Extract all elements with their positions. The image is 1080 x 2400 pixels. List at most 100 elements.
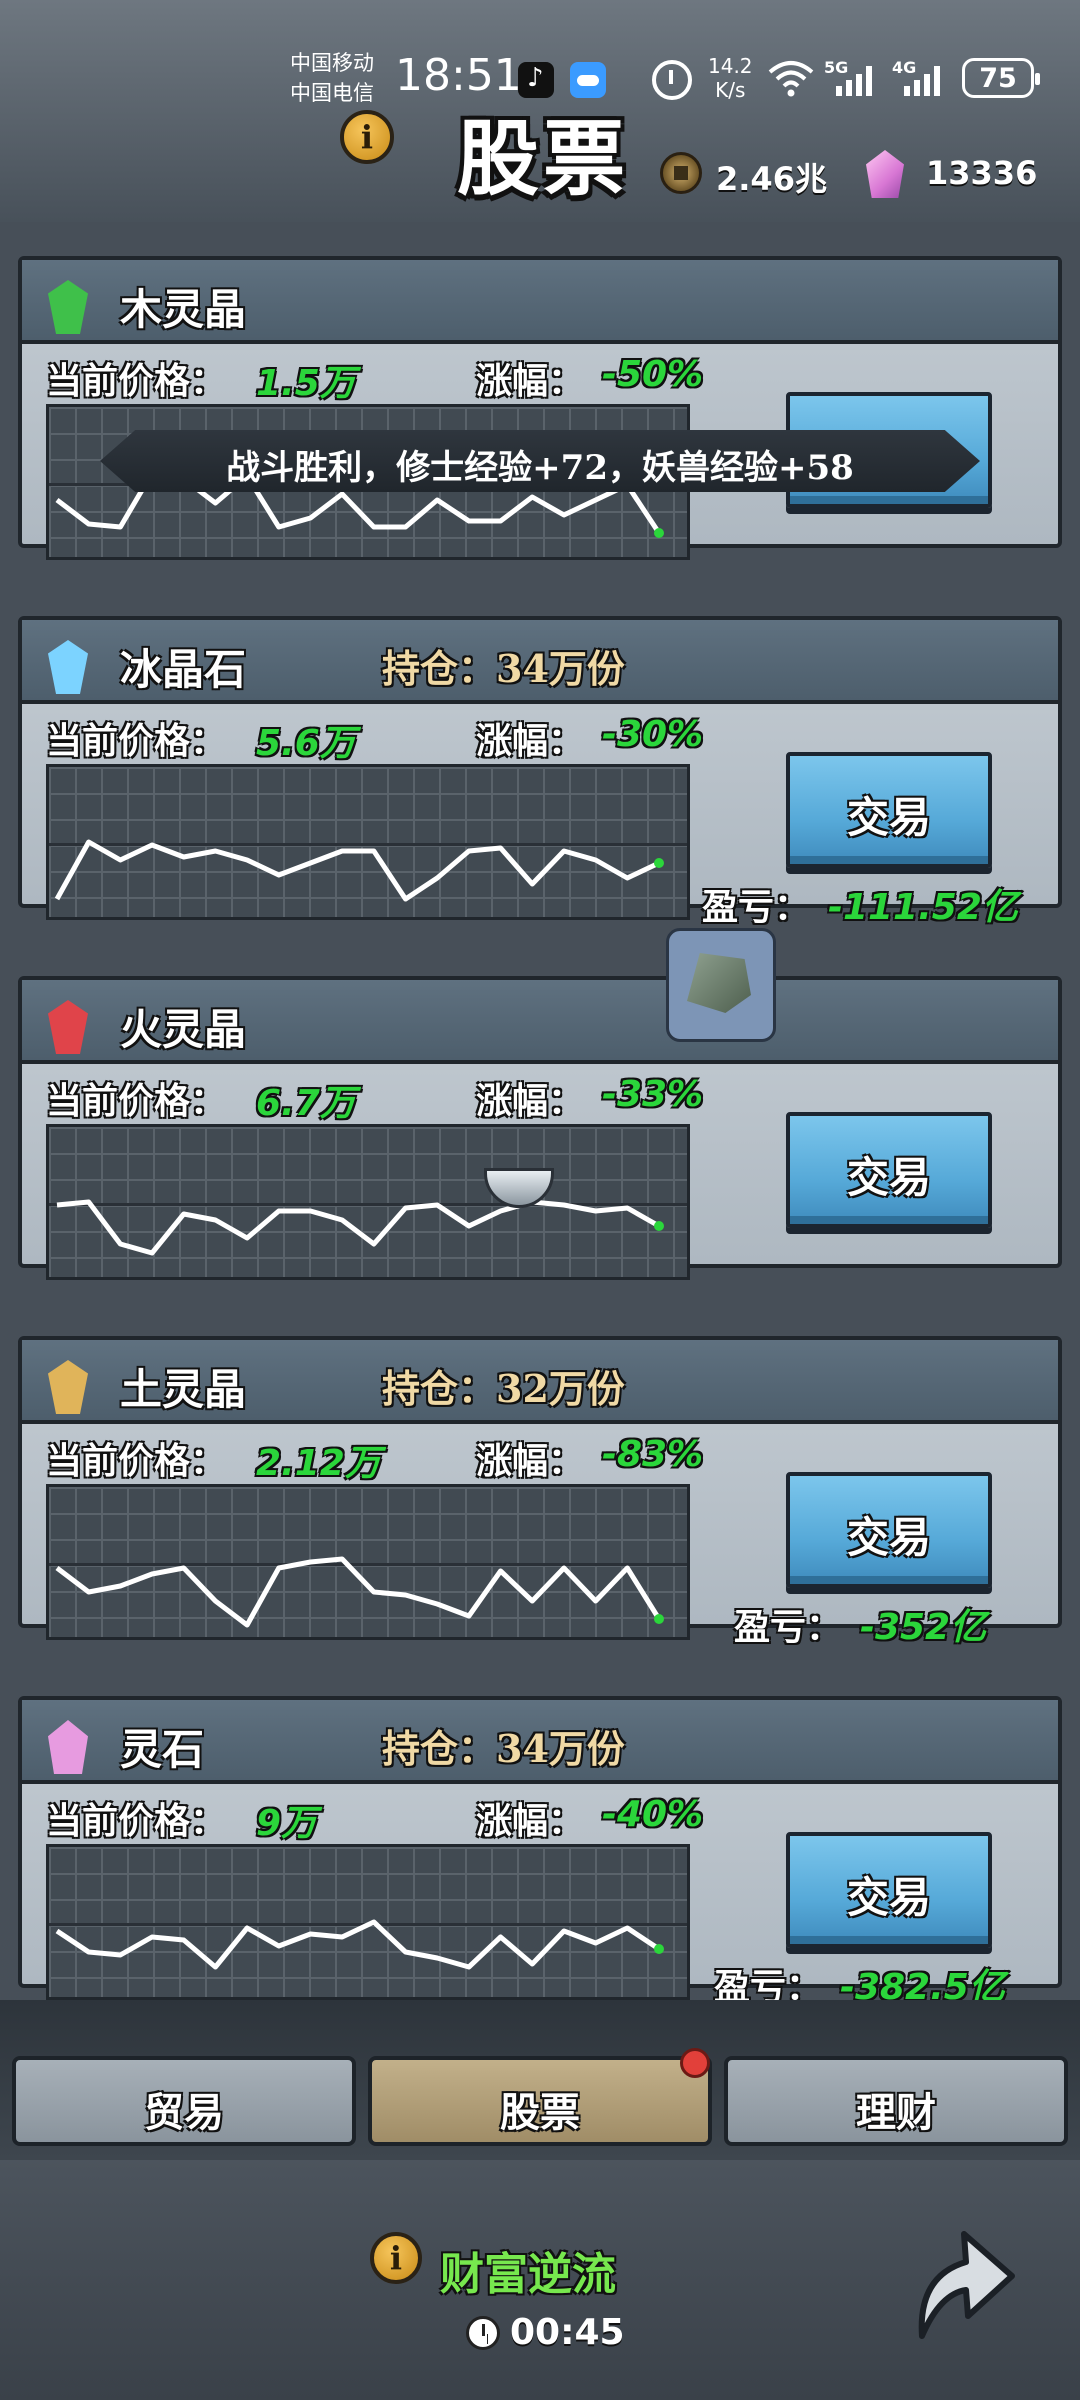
stock-holding: 持仓：32万份: [382, 1358, 625, 1413]
spirit-gem-amount: 13336: [926, 154, 1038, 192]
spirit-stone-icon: [48, 1720, 88, 1774]
countdown-text: 00:45: [510, 2312, 625, 2353]
stock-card-header: 木灵晶: [22, 260, 1058, 344]
event-footer: i 财富逆流 00:45: [0, 2160, 1080, 2400]
price-label: 当前价格：: [46, 1800, 227, 1842]
pnl-value: -111.52亿: [828, 887, 1018, 928]
stock-card-header: 火灵晶: [22, 980, 1058, 1064]
copper-coin-icon: [660, 152, 702, 194]
stock-price-row: 当前价格： 1.5万 涨幅： -50%: [46, 352, 726, 404]
pnl-value: -352亿: [860, 1607, 987, 1648]
change-value: -30%: [602, 714, 704, 755]
price-label: 当前价格：: [46, 360, 227, 402]
trade-button[interactable]: 交易: [786, 752, 992, 868]
trade-button[interactable]: 交易: [786, 1472, 992, 1588]
stock-price-row: 当前价格： 2.12万 涨幅： -83%: [46, 1432, 726, 1484]
clock-icon: [466, 2316, 500, 2350]
holding-value: 34万份: [496, 646, 625, 691]
price-value: 2.12万: [256, 1443, 381, 1484]
holding-label: 持仓：: [382, 1726, 497, 1771]
network-speed-unit: K/s: [715, 78, 746, 102]
copper-coin-amount: 2.46兆: [716, 160, 827, 198]
battery-icon: 75: [962, 58, 1040, 98]
tab-finance-label: 理财: [856, 2089, 936, 2136]
latest-price-point: [654, 1221, 664, 1231]
spirit-gem-icon: [866, 150, 904, 198]
change-value: -40%: [602, 1794, 704, 1835]
stock-card-header: 冰晶石 持仓：34万份: [22, 620, 1058, 704]
change-label: 涨幅：: [476, 720, 585, 762]
price-line: [55, 1556, 662, 1628]
top-header: 中国移动 中国电信 18:51 14.2 K/s 5G 4G 75 i 股票: [0, 0, 1080, 222]
event-info-icon[interactable]: i: [370, 2232, 422, 2284]
change-value: -50%: [602, 354, 704, 395]
carrier-info: 中国移动 中国电信: [290, 48, 374, 108]
price-line-svg: [56, 1199, 664, 1256]
tab-finance[interactable]: 理财: [724, 2056, 1068, 2146]
latest-price-point: [654, 1614, 664, 1624]
trade-button[interactable]: 交易: [786, 1112, 992, 1228]
earth-crystal-icon: [48, 1360, 88, 1414]
stock-price-row: 当前价格： 6.7万 涨幅： -33%: [46, 1072, 726, 1124]
price-line: [55, 1919, 661, 1970]
tab-stocks[interactable]: 股票: [368, 2056, 712, 2146]
stock-holding: 持仓：34万份: [382, 1718, 625, 1773]
price-line-svg: [55, 1556, 664, 1628]
info-icon[interactable]: i: [340, 110, 394, 164]
stock-card-header: 土灵晶 持仓：32万份: [22, 1340, 1058, 1424]
price-label: 当前价格：: [46, 1080, 227, 1122]
network-speed-value: 14.2: [708, 54, 753, 78]
trade-button-label: 交易: [846, 1513, 931, 1562]
stock-name: 土灵晶: [120, 1365, 247, 1414]
price-chart: [46, 1124, 690, 1280]
stock-holding: 持仓：34万份: [382, 638, 625, 693]
alarm-icon: [652, 60, 692, 100]
signal-5g-icon: 5G: [824, 58, 884, 98]
latest-price-point: [654, 858, 664, 868]
notification-badge: [680, 2048, 710, 2078]
price-label: 当前价格：: [46, 720, 227, 762]
event-title[interactable]: 财富逆流: [440, 2238, 616, 2302]
latest-price-point: [654, 528, 664, 538]
signal-4g-icon: 4G: [892, 58, 952, 98]
fire-crystal-icon: [48, 1000, 88, 1054]
stock-card: 木灵晶 当前价格： 1.5万 涨幅： -50% 交易: [18, 256, 1062, 560]
tab-stocks-label: 股票: [500, 2089, 580, 2136]
holding-value: 32万份: [496, 1366, 625, 1411]
battle-toast: 战斗胜利，修士经验+72，妖兽经验+58: [100, 430, 980, 492]
change-label: 涨幅：: [476, 1800, 585, 1842]
holding-value: 34万份: [496, 1726, 625, 1771]
stock-name: 灵石: [120, 1725, 205, 1774]
pnl-label: 盈亏：: [734, 1606, 843, 1648]
stock-card-header: 灵石 持仓：34万份: [22, 1700, 1058, 1784]
price-value: 9万: [256, 1803, 318, 1844]
stock-name: 火灵晶: [120, 1005, 247, 1054]
battery-level: 75: [979, 63, 1017, 94]
stock-list[interactable]: 木灵晶 当前价格： 1.5万 涨幅： -50% 交易 冰晶石 持仓：34万份 当…: [0, 222, 1080, 2022]
pnl-label: 盈亏：: [702, 886, 811, 928]
latest-price-point: [654, 1944, 664, 1954]
price-line-svg: [55, 1919, 664, 1970]
page-title: 股票: [456, 111, 629, 207]
tab-trade[interactable]: 贸易: [12, 2056, 356, 2146]
price-line: [54, 839, 661, 902]
stock-card: 火灵晶 当前价格： 6.7万 涨幅： -33% 交易: [18, 976, 1062, 1280]
change-label: 涨幅：: [476, 1080, 585, 1122]
price-value: 5.6万: [256, 723, 356, 764]
price-chart: [46, 1484, 690, 1640]
stock-name: 冰晶石: [120, 645, 247, 694]
holding-label: 持仓：: [382, 646, 497, 691]
price-chart: [46, 1844, 690, 2000]
change-value: -83%: [602, 1434, 704, 1475]
trade-button-label: 交易: [846, 1873, 931, 1922]
trade-button[interactable]: 交易: [786, 1832, 992, 1948]
change-label: 涨幅：: [476, 1440, 585, 1482]
stock-card: 灵石 持仓：34万份 当前价格： 9万 涨幅： -40% 交易 盈亏： -382…: [18, 1696, 1062, 2008]
stock-card: 冰晶石 持仓：34万份 当前价格： 5.6万 涨幅： -30% 交易 盈亏： -…: [18, 616, 1062, 928]
floating-ore-icon[interactable]: [666, 928, 776, 1042]
wood-crystal-icon: [48, 280, 88, 334]
trade-button-label: 交易: [846, 793, 931, 842]
change-label: 涨幅：: [476, 360, 585, 402]
trade-button-label: 交易: [846, 1153, 931, 1202]
share-arrow-icon[interactable]: [904, 2224, 1020, 2344]
